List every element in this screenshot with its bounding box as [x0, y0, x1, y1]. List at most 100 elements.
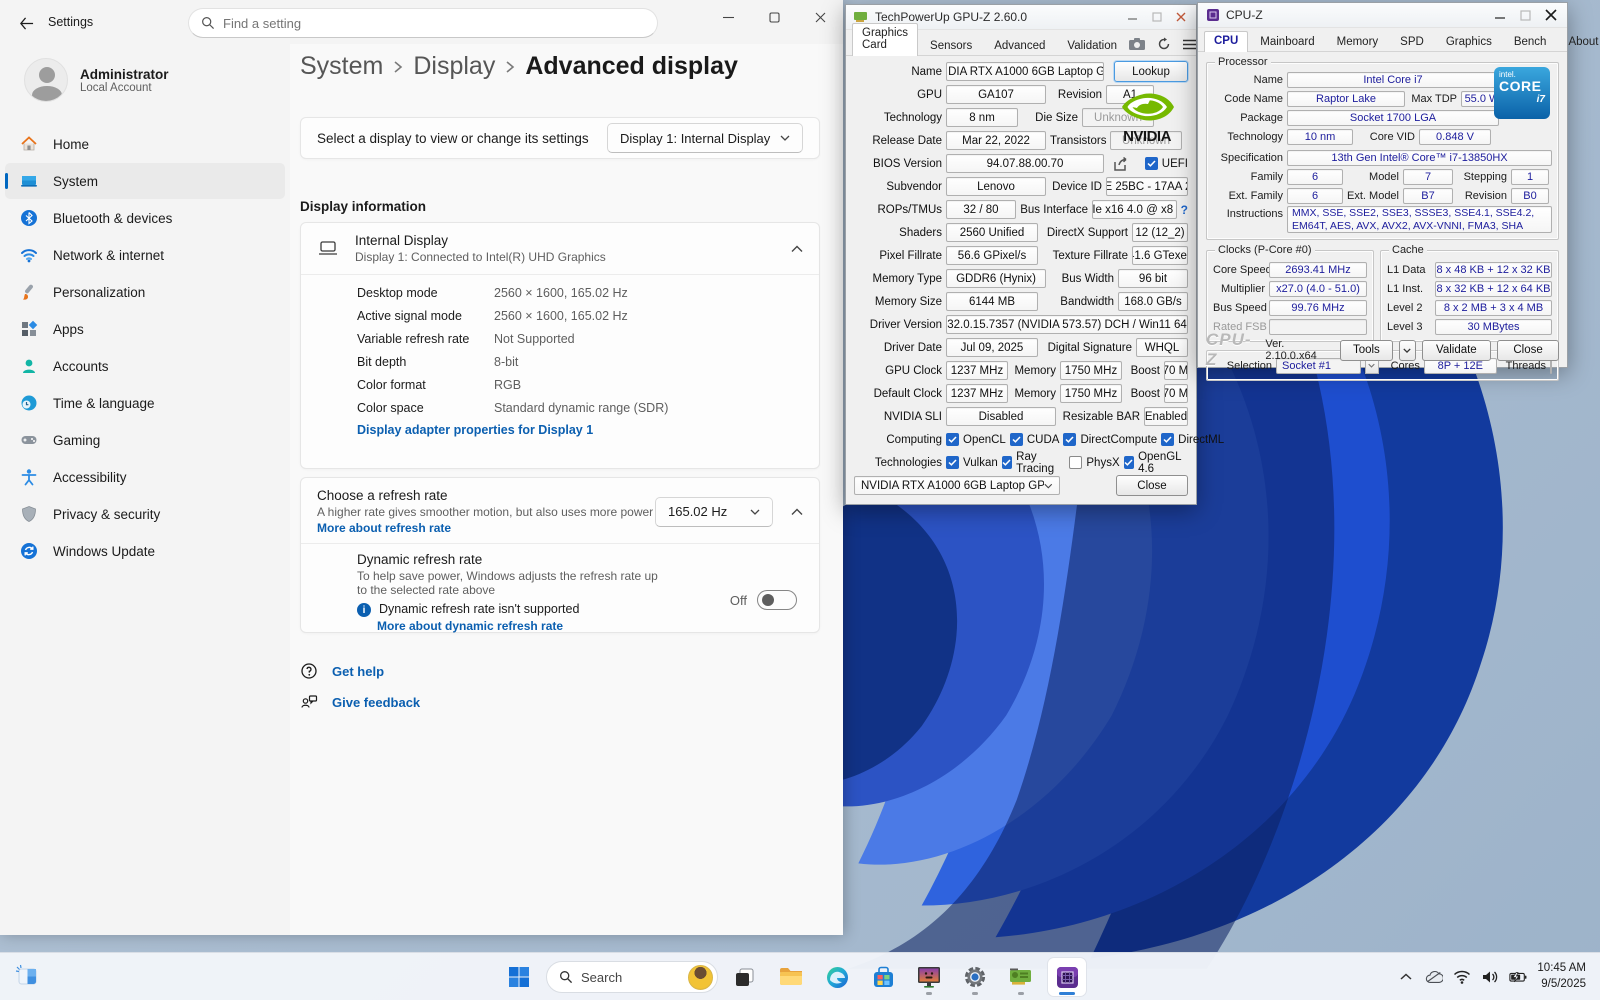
uefi-label: UEFI [1161, 157, 1188, 170]
minimize-button[interactable] [1495, 10, 1506, 21]
sidebar-item-home[interactable]: Home [5, 126, 285, 162]
display-adapter-properties-link[interactable]: Display adapter properties for Display 1 [357, 423, 819, 437]
maximize-button[interactable] [751, 0, 797, 34]
gpuz-taskbar-button[interactable] [1002, 958, 1040, 996]
tab-cpu[interactable]: CPU [1204, 31, 1249, 52]
raytracing-checkbox[interactable]: Ray Tracing [1001, 451, 1066, 475]
sidebar-item-privacy[interactable]: Privacy & security [5, 496, 285, 532]
tab-bench[interactable]: Bench [1504, 32, 1557, 51]
tab-about[interactable]: About [1558, 32, 1600, 51]
microsoft-store-button[interactable] [864, 958, 902, 996]
monitor-app-button[interactable] [910, 958, 948, 996]
start-button[interactable] [500, 958, 538, 996]
tools-dropdown-arrow[interactable] [1398, 339, 1416, 361]
sidebar-item-apps[interactable]: Apps [5, 311, 285, 347]
cpuz-app-icon [1207, 9, 1219, 21]
sidebar-item-gaming[interactable]: Gaming [5, 422, 285, 458]
validate-button[interactable]: Validate [1421, 339, 1492, 361]
info-row-active-signal: Active signal mode 2560 × 1600, 165.02 Hz [357, 304, 819, 327]
cuda-checkbox[interactable]: CUDA [1009, 433, 1059, 446]
sidebar-item-accounts[interactable]: Accounts [5, 348, 285, 384]
sidebar-item-time-language[interactable]: Time & language [5, 385, 285, 421]
intel-badge-core: CORE [1499, 78, 1542, 94]
opencl-checkbox[interactable]: OpenCL [946, 433, 1006, 446]
refresh-rate-subtitle: A higher rate gives smoother motion, but… [317, 505, 654, 519]
gpuz-computing-label: Computing [886, 433, 942, 446]
display-select-dropdown[interactable]: Display 1: Internal Display [607, 123, 803, 153]
share-icon[interactable] [1114, 156, 1129, 171]
sidebar-item-windows-update[interactable]: Windows Update [5, 533, 285, 569]
minimize-button[interactable] [1128, 12, 1138, 22]
file-explorer-button[interactable] [772, 958, 810, 996]
tab-graphics[interactable]: Graphics [1436, 32, 1502, 51]
chevron-up-icon[interactable] [791, 508, 803, 516]
tab-advanced[interactable]: Advanced [984, 36, 1055, 55]
wifi-icon[interactable] [1453, 968, 1471, 986]
dynamic-refresh-toggle[interactable] [757, 590, 797, 610]
close-button[interactable] [797, 0, 843, 34]
tab-graphics-card[interactable]: Graphics Card [852, 23, 919, 56]
directcompute-checkbox[interactable]: DirectCompute [1063, 433, 1157, 446]
close-button[interactable] [1545, 9, 1557, 21]
tab-sensors[interactable]: Sensors [920, 36, 982, 55]
onedrive-icon[interactable] [1425, 968, 1444, 986]
tab-mainboard[interactable]: Mainboard [1250, 32, 1324, 51]
vulkan-checkbox[interactable]: Vulkan [946, 456, 998, 469]
settings-search-box[interactable] [188, 8, 658, 38]
minimize-button[interactable] [705, 0, 751, 34]
tray-overflow-chevron[interactable] [1397, 968, 1415, 986]
gpu-select-dropdown[interactable]: NVIDIA RTX A1000 6GB Laptop GPU [854, 476, 1060, 495]
settings-search-input[interactable] [223, 15, 645, 31]
menu-icon[interactable] [1183, 39, 1197, 50]
l2-label: Level 2 [1387, 301, 1423, 314]
toggle-state-label: Off [729, 592, 747, 608]
widgets-button[interactable] [14, 963, 40, 989]
edge-browser-button[interactable] [818, 958, 856, 996]
taskbar-clock[interactable]: 10:45 AM 9/5/2025 [1537, 961, 1592, 992]
breadcrumb-system[interactable]: System [300, 52, 383, 81]
taskbar-search[interactable]: Search [546, 961, 718, 993]
processor-group: Processor intel. CORE i7 Name Intel Core… [1206, 56, 1559, 240]
gpuz-name-label: Name [911, 65, 942, 78]
screenshot-camera-icon[interactable] [1129, 38, 1146, 50]
cpuz-close-button[interactable]: Close [1497, 339, 1560, 361]
lookup-button[interactable]: Lookup [1114, 61, 1188, 82]
refresh-rate-dropdown[interactable]: 165.02 Hz [655, 496, 773, 527]
directml-checkbox[interactable]: DirectML [1161, 433, 1224, 446]
more-about-refresh-rate-link[interactable]: More about refresh rate [317, 521, 655, 535]
battery-icon[interactable] [1509, 968, 1527, 986]
sidebar-item-system[interactable]: System [5, 163, 285, 199]
cpuz-taskbar-button[interactable] [1048, 958, 1086, 996]
bus-interface-help-button[interactable]: ? [1181, 203, 1188, 217]
tab-spd[interactable]: SPD [1390, 32, 1434, 51]
get-help-link[interactable]: Get help [300, 662, 384, 680]
close-button[interactable] [1176, 12, 1186, 22]
settings-window-title: Settings [48, 15, 94, 29]
breadcrumb-display[interactable]: Display [413, 52, 495, 81]
info-value: 2560 × 1600, 165.02 Hz [494, 308, 628, 323]
settings-taskbar-button[interactable] [956, 958, 994, 996]
tab-memory[interactable]: Memory [1327, 32, 1389, 51]
tab-validation[interactable]: Validation [1057, 36, 1127, 55]
uefi-checkbox[interactable]: UEFI [1144, 157, 1188, 170]
chevron-up-icon[interactable] [791, 245, 803, 253]
gpuz-close-button[interactable]: Close [1116, 475, 1188, 496]
task-view-button[interactable] [726, 958, 764, 996]
opengl-checkbox[interactable]: OpenGL 4.6 [1123, 451, 1188, 475]
refresh-icon[interactable] [1157, 37, 1171, 51]
internal-display-expander[interactable]: Internal Display Display 1: Connected to… [301, 223, 819, 274]
sidebar-item-bluetooth[interactable]: Bluetooth & devices [5, 200, 285, 236]
give-feedback-link[interactable]: Give feedback [300, 693, 420, 711]
sidebar-item-accessibility[interactable]: Accessibility [5, 459, 285, 495]
search-highlight-avatar [688, 964, 713, 990]
more-about-dynamic-refresh-link[interactable]: More about dynamic refresh rate [377, 619, 803, 633]
maximize-button[interactable] [1520, 9, 1531, 21]
back-button[interactable] [14, 11, 38, 35]
maximize-button[interactable] [1152, 12, 1162, 22]
volume-icon[interactable] [1481, 968, 1499, 986]
sidebar-item-personalization[interactable]: Personalization [5, 274, 285, 310]
tools-button[interactable]: Tools [1340, 339, 1393, 361]
physx-checkbox[interactable]: PhysX [1069, 456, 1120, 469]
user-profile[interactable]: Administrator Local Account [24, 58, 169, 102]
sidebar-item-network[interactable]: Network & internet [5, 237, 285, 273]
